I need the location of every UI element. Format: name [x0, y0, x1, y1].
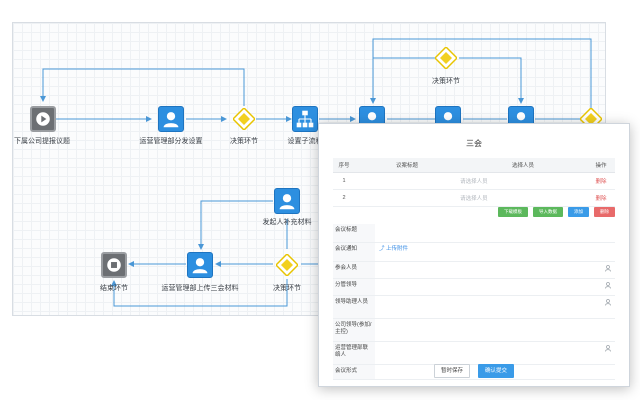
decision-1-diamond[interactable]	[233, 108, 255, 130]
form-row-meeting-title: 会议标题	[333, 224, 615, 243]
row-person-select[interactable]: 请选择人员	[459, 189, 587, 207]
col-header-person: 选择人员	[459, 158, 587, 173]
ops-set-label: 运营管理部分发设置	[139, 138, 203, 145]
decision-2-diamond[interactable]	[276, 254, 298, 276]
end-label: 结束环节	[100, 285, 128, 292]
ops-contact-label: 运营管理部联络人	[333, 342, 375, 364]
participants-label: 参会人员	[333, 262, 375, 278]
initiator-label: 发起人补充材料	[262, 219, 312, 226]
ops-upload-node[interactable]	[187, 252, 213, 278]
person-icon	[279, 194, 295, 210]
meeting-title-label: 会议标题	[333, 224, 375, 242]
ops-set-node[interactable]	[158, 106, 184, 132]
upload-icon: ⤴	[379, 246, 387, 252]
leader-label: 分管领导	[333, 279, 375, 295]
form-row-participants: 参会人员	[333, 262, 615, 279]
download-template-button[interactable]: 下载模板	[498, 207, 528, 217]
row-title-input[interactable]	[355, 172, 460, 190]
decision-2-label: 决策环节	[273, 285, 301, 292]
participants-input[interactable]	[375, 262, 615, 278]
form-row-leader-staff: 领导助理人员	[333, 296, 615, 319]
dialog-footer: 暂时保存 确认提交	[319, 364, 629, 378]
person-icon	[163, 112, 179, 128]
decision-top-diamond[interactable]	[435, 47, 457, 69]
row-delete-link[interactable]: 删除	[587, 189, 615, 207]
col-header-title: 议案标题	[355, 158, 460, 173]
col-header-action: 操作	[587, 158, 615, 173]
col-header-no: 序号	[333, 158, 355, 173]
row-title-input[interactable]	[355, 189, 460, 207]
company-leader-label: 公司领导(参加/主控)	[333, 319, 375, 341]
agenda-table: 序号 议案标题 选择人员 操作 1 请选择人员 删除 2 请选择人员 删除	[333, 158, 615, 207]
form-row-leader: 分管领导	[333, 279, 615, 296]
row-no: 2	[333, 189, 355, 207]
save-draft-button[interactable]: 暂时保存	[433, 364, 470, 378]
add-button[interactable]: 添加	[568, 207, 589, 217]
delete-button[interactable]: 删除	[594, 207, 615, 217]
decision-1-label: 决策环节	[230, 138, 258, 145]
meeting-dialog: 三会 序号 议案标题 选择人员 操作 1 请选择人员 删除 2 请选择人员 删除…	[318, 123, 630, 387]
meeting-title-input[interactable]	[375, 224, 615, 242]
user-picker-icon[interactable]	[605, 299, 611, 306]
decision-top-label: 决策环节	[432, 78, 460, 85]
meeting-notice-label: 会议通知	[333, 243, 375, 261]
start-label: 下属公司提报议题	[14, 138, 70, 145]
start-node[interactable]	[30, 106, 56, 132]
meeting-form: 会议标题 会议通知 ⤴ 上传附件 参会人员 分管领导 领导助理人员 公司领导(参…	[333, 224, 615, 380]
initiator-node[interactable]	[274, 188, 300, 214]
org-tree-icon	[296, 110, 314, 128]
play-icon	[36, 112, 50, 126]
user-picker-icon[interactable]	[605, 345, 611, 352]
import-data-button[interactable]: 导入数据	[533, 207, 563, 217]
confirm-submit-button[interactable]: 确认提交	[478, 364, 515, 378]
form-row-ops-contact: 运营管理部联络人	[333, 342, 615, 365]
table-actions: 下载模板 导入数据 添加 删除	[498, 207, 615, 217]
dialog-title: 三会	[466, 139, 482, 148]
leader-staff-input[interactable]	[375, 296, 615, 318]
row-delete-link[interactable]: 删除	[587, 172, 615, 190]
end-node[interactable]	[101, 252, 127, 278]
person-icon	[192, 258, 208, 274]
stop-icon	[107, 258, 121, 272]
user-picker-icon[interactable]	[605, 265, 611, 272]
leader-staff-label: 领导助理人员	[333, 296, 375, 318]
row-person-select[interactable]: 请选择人员	[459, 172, 587, 190]
ops-upload-label: 运营管理部上传三会材料	[161, 285, 239, 292]
ops-contact-input[interactable]	[375, 342, 615, 364]
user-picker-icon[interactable]	[605, 282, 611, 289]
form-row-company-leader: 公司领导(参加/主控)	[333, 319, 615, 342]
form-row-meeting-notice: 会议通知 ⤴ 上传附件	[333, 243, 615, 262]
upload-attachment-link[interactable]: 上传附件	[386, 246, 408, 252]
company-leader-input[interactable]	[375, 319, 615, 341]
table-row: 1 请选择人员 删除	[333, 172, 615, 190]
leader-input[interactable]	[375, 279, 615, 295]
row-no: 1	[333, 172, 355, 190]
table-row: 2 请选择人员 删除	[333, 189, 615, 207]
subflow-node[interactable]	[292, 106, 318, 132]
